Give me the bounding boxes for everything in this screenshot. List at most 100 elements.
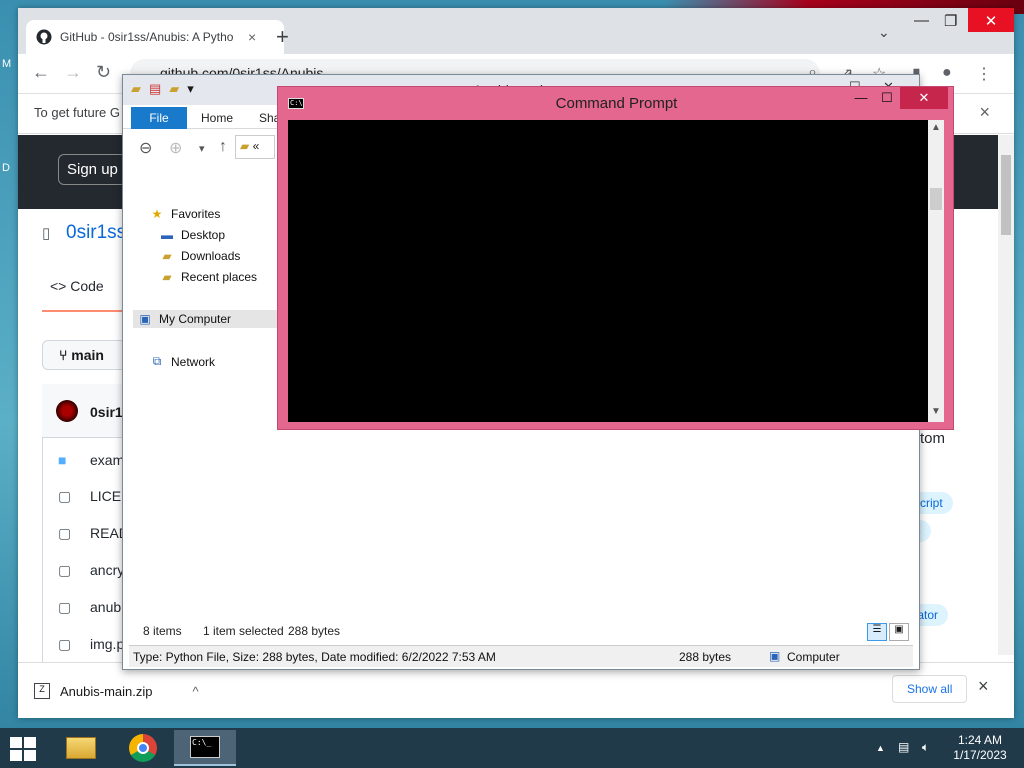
computer-icon: ▣ bbox=[769, 649, 781, 663]
forward-icon[interactable]: → bbox=[64, 62, 82, 83]
file-explorer-icon bbox=[66, 737, 96, 759]
maximize-icon[interactable]: ❐ bbox=[944, 12, 957, 30]
tab-strip: GitHub - 0sir1ss/Anubis: A Pytho × + ⌄ —… bbox=[18, 8, 1014, 54]
taskbar-cmd[interactable]: C:\_ bbox=[174, 730, 236, 766]
scroll-down-icon[interactable]: ▼ bbox=[931, 406, 941, 417]
tab-title: GitHub - 0sir1ss/Anubis: A Pytho bbox=[60, 30, 234, 44]
nav-downloads[interactable]: ▰ Downloads bbox=[159, 249, 240, 263]
sign-up-button[interactable]: Sign up bbox=[58, 154, 127, 185]
status-bar: 8 items 1 item selected 288 bytes bbox=[123, 620, 919, 644]
location-text: Computer bbox=[787, 650, 840, 664]
list-item[interactable]: ▢ READ bbox=[58, 525, 129, 542]
minimize-icon[interactable]: — bbox=[914, 12, 929, 29]
nav-desktop[interactable]: ▬ Desktop bbox=[159, 228, 225, 242]
close-button[interactable]: ✕ bbox=[900, 87, 948, 109]
desktop-icon: ▬ bbox=[161, 228, 173, 242]
scroll-up-icon[interactable]: ▲ bbox=[931, 122, 941, 133]
show-hidden-icons[interactable]: ▲ bbox=[876, 743, 885, 753]
list-item[interactable]: ▢ anub bbox=[58, 599, 121, 616]
desktop-icon-label: M bbox=[2, 58, 12, 70]
quick-access-toolbar: ▰ ▤ ▰ ▾ bbox=[131, 81, 194, 97]
start-button[interactable] bbox=[10, 737, 38, 761]
clock[interactable]: 1:24 AM 1/17/2023 bbox=[950, 733, 1010, 763]
nav-network[interactable]: ⧉ Network bbox=[149, 354, 215, 369]
info-bar-text: To get future G bbox=[34, 105, 120, 120]
tab-close-icon[interactable]: × bbox=[248, 29, 256, 45]
forward-icon[interactable]: ⊕ bbox=[169, 138, 182, 158]
new-folder-icon[interactable]: ▰ bbox=[169, 81, 179, 97]
details-view-icon[interactable]: ☰ bbox=[867, 623, 887, 641]
chrome-icon bbox=[129, 734, 157, 762]
address-box[interactable]: ▰ « bbox=[235, 135, 275, 159]
close-shelf-icon[interactable]: × bbox=[978, 676, 989, 697]
address-path: « bbox=[252, 139, 260, 153]
folder-icon: ■ bbox=[58, 452, 67, 468]
nav-recent-places[interactable]: ▰ Recent places bbox=[159, 270, 257, 284]
network-icon: ⧉ bbox=[152, 354, 162, 368]
avatar[interactable] bbox=[56, 400, 78, 422]
clock-date: 1/17/2023 bbox=[953, 748, 1007, 762]
tab-file[interactable]: File bbox=[131, 107, 187, 129]
large-icons-view-icon[interactable]: ▣ bbox=[889, 623, 909, 641]
volume-icon[interactable]: 🔈︎ bbox=[922, 740, 929, 755]
tab-home[interactable]: Home bbox=[201, 111, 233, 125]
scrollbar-thumb[interactable] bbox=[1001, 155, 1011, 235]
tab-code-label: Code bbox=[70, 278, 104, 294]
reload-icon[interactable]: ↻ bbox=[96, 62, 111, 83]
back-icon[interactable]: ← bbox=[32, 62, 50, 83]
properties-icon[interactable]: ▤ bbox=[149, 81, 161, 97]
clock-time: 1:24 AM bbox=[957, 733, 1003, 747]
tab-underline bbox=[42, 310, 122, 312]
list-item[interactable]: ■ exam bbox=[58, 452, 124, 468]
console-output[interactable] bbox=[288, 120, 928, 422]
recent-locations-icon[interactable]: ▾ bbox=[199, 142, 205, 155]
taskbar-chrome[interactable] bbox=[112, 730, 174, 766]
page-scrollbar[interactable] bbox=[998, 135, 1014, 655]
console-scrollbar[interactable]: ▲ ▼ bbox=[928, 120, 944, 422]
recent-places-icon: ▰ bbox=[162, 270, 172, 284]
computer-icon: ▣ bbox=[139, 312, 151, 326]
nav-favorites[interactable]: ★ Favorites bbox=[149, 207, 221, 221]
tab-search-button[interactable]: ⌄ bbox=[878, 24, 890, 41]
desktop-icon-label: D bbox=[2, 162, 10, 174]
zip-file-icon: Z bbox=[34, 683, 50, 699]
new-tab-button[interactable]: + bbox=[276, 24, 289, 50]
nav-my-computer[interactable]: ▣ My Computer bbox=[133, 310, 283, 328]
branch-selector[interactable]: ⑂ main bbox=[42, 340, 132, 370]
scrollbar-thumb[interactable] bbox=[930, 188, 942, 210]
tab-code[interactable]: <> Code bbox=[50, 278, 104, 294]
list-item[interactable]: ▢ ancry bbox=[58, 562, 124, 579]
file-icon: ▢ bbox=[58, 488, 72, 504]
up-icon[interactable]: ↑ bbox=[219, 138, 227, 156]
file-icon: ▢ bbox=[58, 525, 72, 541]
info-bar-close-icon[interactable]: × bbox=[979, 102, 990, 123]
browser-tab[interactable]: GitHub - 0sir1ss/Anubis: A Pytho × bbox=[26, 20, 284, 54]
show-all-button[interactable]: Show all bbox=[892, 675, 968, 703]
file-info: Type: Python File, Size: 288 bytes, Date… bbox=[133, 650, 496, 664]
downloads-folder-icon: ▰ bbox=[162, 249, 172, 263]
chevron-up-icon[interactable]: ^ bbox=[193, 684, 199, 699]
network-icon[interactable]: ▤ bbox=[898, 740, 909, 754]
list-item[interactable]: ▢ img.p bbox=[58, 636, 124, 653]
profile-icon[interactable]: ● bbox=[942, 64, 952, 82]
chevron-down-icon[interactable]: ▾ bbox=[187, 81, 194, 97]
details-bar: Type: Python File, Size: 288 bytes, Date… bbox=[129, 645, 913, 667]
file-icon: ▢ bbox=[58, 562, 72, 578]
download-filename: Anubis-main.zip bbox=[60, 683, 153, 699]
maximize-button[interactable]: ☐ bbox=[872, 87, 902, 109]
selection-size: 288 bytes bbox=[288, 624, 341, 638]
file-icon: ▢ bbox=[58, 636, 72, 652]
branch-name: main bbox=[71, 347, 104, 363]
taskbar-explorer[interactable] bbox=[50, 730, 112, 766]
list-item[interactable]: ▢ LICEN bbox=[58, 488, 131, 505]
repo-owner-link[interactable]: 0sir1ss bbox=[66, 222, 126, 244]
close-window-icon[interactable]: ✕ bbox=[968, 8, 1014, 32]
menu-kebab-icon[interactable]: ⋮ bbox=[976, 64, 992, 84]
item-count: 8 items bbox=[143, 624, 182, 638]
back-icon[interactable]: ⊖ bbox=[139, 138, 152, 158]
download-item[interactable]: Z Anubis-main.zip ^ bbox=[34, 677, 254, 705]
folder-icon[interactable]: ▰ bbox=[131, 81, 141, 97]
branch-icon: ⑂ bbox=[59, 347, 72, 363]
file-icon: ▢ bbox=[58, 599, 72, 615]
github-icon bbox=[36, 29, 52, 45]
